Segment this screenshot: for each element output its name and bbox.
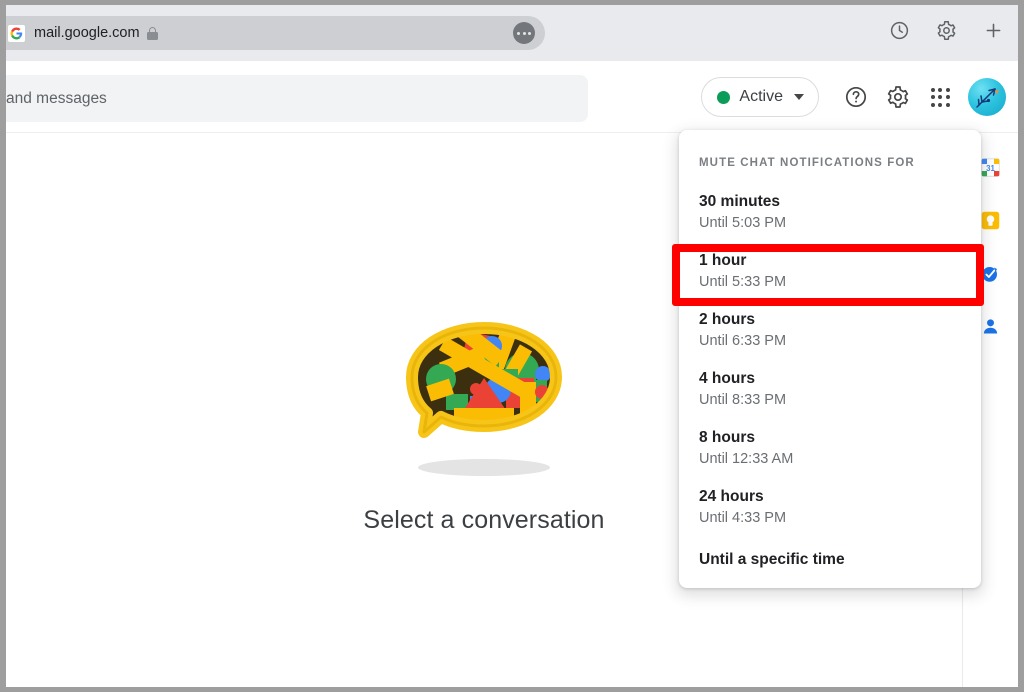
chevron-down-icon [794,94,804,100]
google-g-icon [8,24,25,42]
search-input-text: and messages [6,89,107,107]
google-calendar-icon[interactable]: 31 [980,156,1002,178]
browser-toolbar: mail.google.com [6,5,1018,61]
screenshot-frame: mail.google.com and messages Active Sele… [0,0,1024,692]
menu-header-label: MUTE CHAT NOTIFICATIONS FOR [699,157,915,169]
search-input[interactable]: and messages [6,75,588,122]
history-icon[interactable] [889,20,910,46]
menu-item-30-minutes[interactable]: 30 minutes Until 5:03 PM [679,183,981,242]
google-tasks-icon[interactable] [980,262,1002,284]
help-icon[interactable] [835,76,877,118]
gear-icon[interactable] [877,76,919,118]
menu-item-subtitle: Until 6:33 PM [699,333,787,349]
menu-item-subtitle: Until 8:33 PM [699,392,787,408]
browser-action-icons [889,5,1004,61]
new-tab-icon[interactable] [983,20,1004,46]
google-keep-icon[interactable] [980,209,1002,231]
menu-item-until-specific-time[interactable]: Until a specific time [679,537,981,574]
chat-app-header: and messages Active [6,61,1018,133]
chat-bubble-shapes-illustration [394,316,574,451]
browser-settings-icon[interactable] [936,20,957,46]
menu-item-title: 30 minutes [699,193,780,210]
empty-state-title: Select a conversation [363,506,605,534]
menu-item-1-hour[interactable]: 1 hour Until 5:33 PM [679,242,981,301]
menu-item-subtitle: Until 5:03 PM [699,215,787,231]
lock-icon [146,26,158,40]
menu-item-title: 4 hours [699,370,755,387]
omnibox-overflow-icon[interactable] [513,22,535,44]
header-right-controls: Active [701,61,1008,133]
menu-item-subtitle: Until 12:33 AM [699,451,794,467]
apps-grid-icon[interactable] [919,76,961,118]
menu-item-subtitle: Until 5:33 PM [699,274,787,290]
status-active-dot [717,90,731,104]
menu-item-24-hours[interactable]: 24 hours Until 4:33 PM [679,478,981,537]
menu-item-2-hours[interactable]: 2 hours Until 6:33 PM [679,301,981,360]
google-contacts-icon[interactable] [980,315,1002,337]
illustration-shadow [418,459,550,476]
menu-item-subtitle: Until 4:33 PM [699,510,787,526]
address-bar[interactable]: mail.google.com [6,16,545,50]
address-bar-url: mail.google.com [34,25,140,41]
menu-item-title: 2 hours [699,311,755,328]
mute-notifications-menu: MUTE CHAT NOTIFICATIONS FOR 30 minutes U… [679,130,981,588]
menu-item-title: 1 hour [699,252,747,269]
menu-item-title: Until a specific time [699,551,845,568]
status-dropdown-button[interactable]: Active [701,77,819,117]
menu-item-4-hours[interactable]: 4 hours Until 8:33 PM [679,360,981,419]
svg-text:31: 31 [986,164,995,173]
avatar[interactable] [968,78,1006,116]
status-label: Active [739,88,783,105]
menu-item-title: 8 hours [699,429,755,446]
menu-item-title: 24 hours [699,488,764,505]
menu-item-8-hours[interactable]: 8 hours Until 12:33 AM [679,419,981,478]
